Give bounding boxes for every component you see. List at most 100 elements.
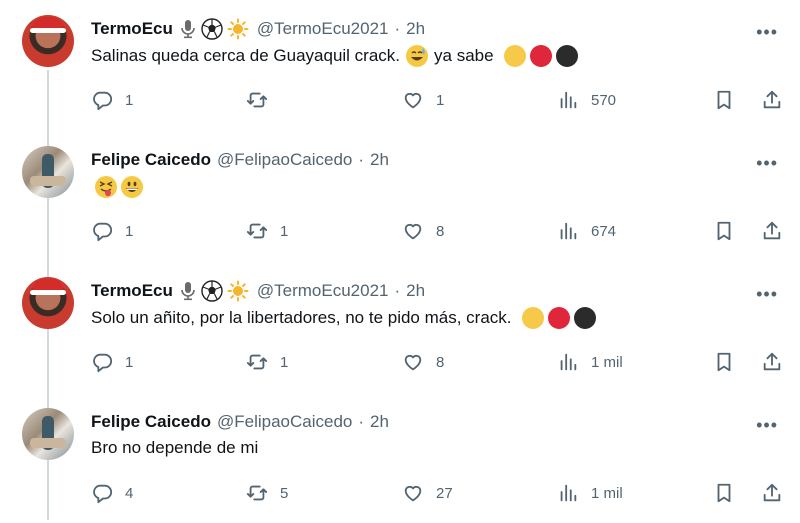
retweet-button[interactable]: 1 (246, 220, 288, 242)
display-name[interactable]: TermoEcu (91, 19, 173, 39)
red-circle-icon (547, 307, 570, 329)
action-bar: 1 1 570 (91, 89, 791, 115)
tweet-text: Solo un añito, por la libertadores, no t… (91, 307, 596, 329)
like-button[interactable]: 8 (402, 351, 444, 373)
tweet-text-tail: ya sabe (434, 46, 494, 65)
display-name[interactable]: Felipe Caicedo (91, 150, 211, 170)
grinning-emoji-icon (121, 176, 143, 198)
views-button[interactable]: 1 mil (557, 482, 623, 504)
like-count: 27 (436, 484, 453, 502)
like-count: 8 (436, 353, 445, 371)
squinting-tongue-emoji-icon (95, 176, 117, 198)
bookmark-button[interactable] (713, 89, 735, 111)
separator: · (394, 281, 401, 300)
tweet-text (91, 176, 143, 198)
handle[interactable]: @FelipaoCaicedo (217, 150, 352, 170)
separator: · (358, 412, 365, 431)
retweet-button[interactable] (246, 89, 280, 111)
display-name[interactable]: TermoEcu (91, 281, 173, 301)
reply-icon (93, 484, 113, 504)
reply-count: 1 (125, 91, 134, 109)
tweet-text: Salinas queda cerca de Guayaquil crack. … (91, 45, 578, 67)
handle[interactable]: @TermoEcu2021 (257, 281, 389, 301)
timestamp[interactable]: 2h (370, 150, 389, 170)
avatar[interactable] (22, 277, 74, 329)
reply-count: 4 (125, 484, 134, 502)
sun-icon (227, 280, 249, 302)
like-button[interactable]: 8 (402, 220, 444, 242)
retweet-count: 5 (280, 484, 289, 502)
views-button[interactable]: 674 (557, 220, 616, 242)
tweet-text-main: Bro no depende de mi (91, 438, 259, 457)
avatar[interactable] (22, 15, 74, 67)
tweet-header: TermoEcu @TermoEcu2021 · 2h (91, 17, 425, 41)
action-bar: 1 1 8 1 mil (91, 351, 791, 377)
separator: · (394, 19, 401, 38)
tweet[interactable]: Felipe Caicedo @FelipaoCaicedo · 2h ••• … (0, 131, 800, 261)
like-icon (404, 354, 422, 371)
tweet-header: TermoEcu @TermoEcu2021 · 2h (91, 279, 425, 303)
tweet[interactable]: TermoEcu @TermoEcu2021 · 2h ••• Salinas … (0, 0, 800, 130)
retweet-button[interactable]: 5 (246, 482, 288, 504)
like-button[interactable]: 27 (402, 482, 453, 504)
tweet-header: Felipe Caicedo @FelipaoCaicedo · 2h (91, 410, 389, 434)
share-button[interactable] (761, 220, 783, 242)
like-icon (404, 92, 422, 109)
views-count: 1 mil (591, 484, 623, 502)
views-count: 674 (591, 222, 617, 240)
reply-button[interactable]: 4 (91, 482, 133, 504)
bookmark-button[interactable] (713, 220, 735, 242)
tweet[interactable]: TermoEcu @TermoEcu2021 · 2h ••• Solo un … (0, 262, 800, 392)
retweet-count: 1 (280, 353, 289, 371)
tweet[interactable]: Felipe Caicedo @FelipaoCaicedo · 2h ••• … (0, 393, 800, 523)
more-icon[interactable]: ••• (756, 153, 778, 174)
bookmark-button[interactable] (713, 482, 735, 504)
bookmark-button[interactable] (713, 351, 735, 373)
share-icon (763, 352, 781, 371)
soccer-ball-icon (201, 280, 223, 302)
reply-count: 1 (125, 222, 134, 240)
more-icon[interactable]: ••• (756, 22, 778, 43)
yellow-circle-icon (521, 307, 544, 329)
reply-button[interactable]: 1 (91, 220, 133, 242)
views-count: 1 mil (591, 353, 623, 371)
like-icon (404, 223, 422, 240)
reply-button[interactable]: 1 (91, 351, 133, 373)
yellow-circle-icon (503, 45, 526, 67)
share-button[interactable] (761, 89, 783, 111)
share-icon (763, 221, 781, 240)
avatar[interactable] (22, 146, 74, 198)
display-name[interactable]: Felipe Caicedo (91, 412, 211, 432)
avatar[interactable] (22, 408, 74, 460)
retweet-button[interactable]: 1 (246, 351, 288, 373)
views-button[interactable]: 1 mil (557, 351, 623, 373)
reply-button[interactable]: 1 (91, 89, 133, 111)
views-button[interactable]: 570 (557, 89, 616, 111)
retweet-count: 1 (280, 222, 289, 240)
timestamp[interactable]: 2h (406, 19, 425, 39)
reply-icon (93, 353, 113, 373)
more-icon[interactable]: ••• (756, 284, 778, 305)
views-icon (560, 484, 577, 502)
bookmark-icon (717, 352, 731, 372)
tweet-text-main: Salinas queda cerca de Guayaquil crack. (91, 46, 401, 65)
retweet-icon (246, 485, 268, 501)
retweet-icon (246, 223, 268, 239)
black-circle-icon (555, 45, 578, 67)
more-icon[interactable]: ••• (756, 415, 778, 436)
handle[interactable]: @FelipaoCaicedo (217, 412, 352, 432)
share-button[interactable] (761, 482, 783, 504)
red-circle-icon (529, 45, 552, 67)
bookmark-icon (717, 483, 731, 503)
timestamp[interactable]: 2h (370, 412, 389, 432)
reply-count: 1 (125, 353, 134, 371)
views-icon (560, 222, 577, 240)
handle[interactable]: @TermoEcu2021 (257, 19, 389, 39)
tweet-text: Bro no depende de mi (91, 438, 258, 458)
share-button[interactable] (761, 351, 783, 373)
timestamp[interactable]: 2h (406, 281, 425, 301)
like-button[interactable]: 1 (402, 89, 444, 111)
bookmark-icon (717, 221, 731, 241)
action-bar: 1 1 8 674 (91, 220, 791, 246)
views-count: 570 (591, 91, 617, 109)
